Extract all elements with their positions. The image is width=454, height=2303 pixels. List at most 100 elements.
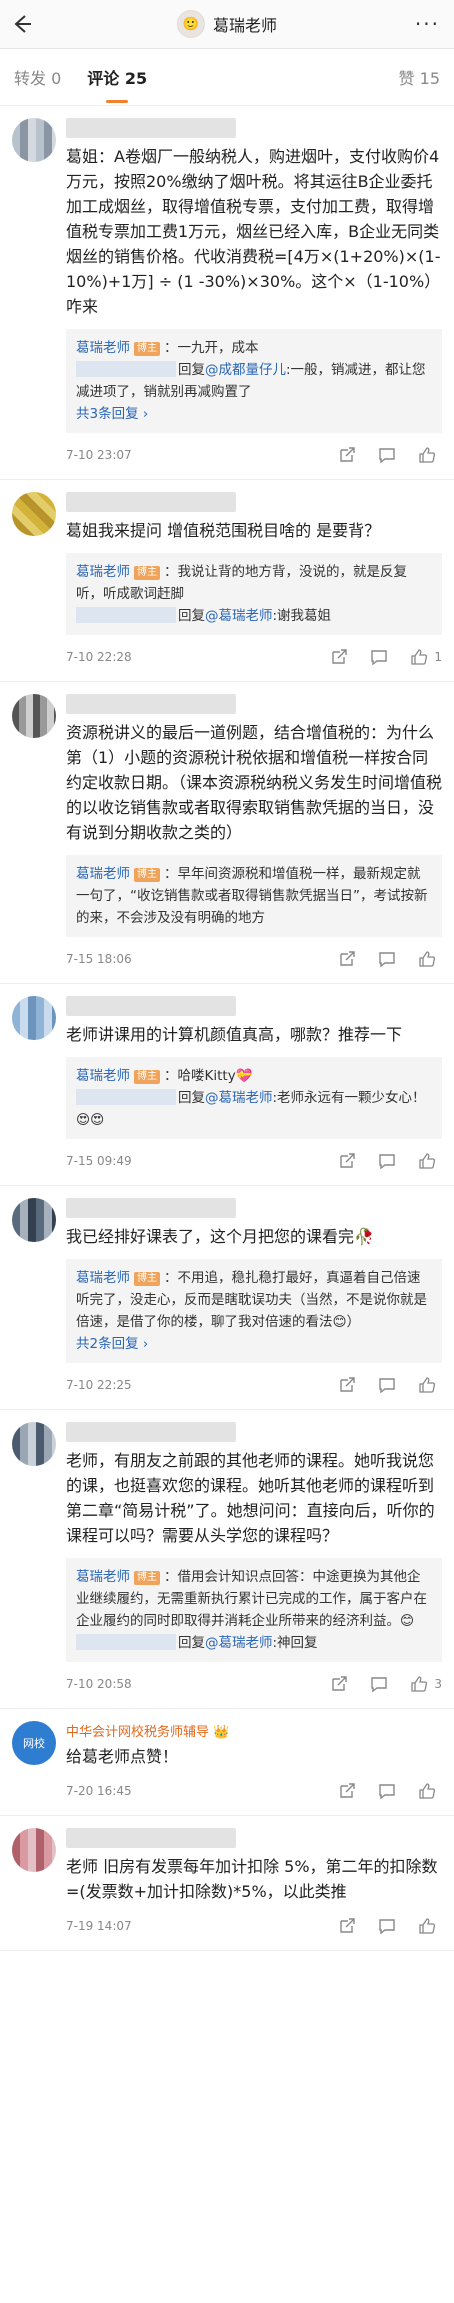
- like-icon[interactable]: [414, 946, 440, 972]
- reply-icon[interactable]: [374, 946, 400, 972]
- share-icon[interactable]: [334, 1372, 360, 1398]
- commenter-name-redacted[interactable]: [66, 118, 236, 138]
- reply-prefix: 回复: [178, 1090, 205, 1106]
- reply-author[interactable]: 葛瑞老师: [76, 564, 130, 580]
- like-icon[interactable]: [414, 1778, 440, 1804]
- reply-author[interactable]: 葛瑞老师: [76, 1569, 130, 1585]
- reply-icon[interactable]: [374, 442, 400, 468]
- comment-text: 老师 旧房有发票每年加计扣除 5%，第二年的扣除数=(发票数+加计扣除数)*5%…: [66, 1857, 438, 1901]
- commenter-name-redacted[interactable]: [66, 694, 236, 714]
- commenter-name-redacted[interactable]: [66, 1198, 236, 1218]
- tab-reposts[interactable]: 转发 0: [14, 65, 61, 89]
- comment-item: 老师，有朋友之前跟的其他老师的课程。她听我说您的课，也挺喜欢您的课程。她听其他老…: [0, 1410, 454, 1709]
- reply-icon[interactable]: [366, 1671, 392, 1697]
- more-icon[interactable]: ···: [415, 12, 440, 36]
- comment-time: 7-10 20:58: [66, 1677, 132, 1691]
- author-badge: 博主: [134, 1272, 160, 1286]
- comment-time: 7-10 23:07: [66, 448, 132, 462]
- reply-author[interactable]: 葛瑞老师: [76, 1270, 130, 1286]
- comment-time: 7-19 14:07: [66, 1919, 132, 1933]
- reply-prefix: 回复: [178, 1635, 205, 1651]
- header-avatar: 🙂: [176, 10, 205, 38]
- reply-author[interactable]: 葛瑞老师: [76, 340, 130, 356]
- avatar[interactable]: [12, 1422, 56, 1466]
- tab-likes[interactable]: 赞 15: [399, 65, 440, 89]
- reply-text: :神回复: [272, 1635, 318, 1651]
- reply-text: ：哈喽Kitty💝: [164, 1068, 253, 1084]
- share-icon[interactable]: [334, 946, 360, 972]
- reply-box[interactable]: 葛瑞老师 博主 ：哈喽Kitty💝 回复@葛瑞老师:老师永远有一颗少女心！😍😍: [66, 1057, 442, 1139]
- share-icon[interactable]: [334, 1148, 360, 1174]
- comment-time: 7-15 18:06: [66, 952, 132, 966]
- comment-text: 老师讲课用的计算机颜值真高，哪款？推荐一下: [66, 1025, 403, 1044]
- avatar[interactable]: [12, 492, 56, 536]
- like-icon[interactable]: [414, 1372, 440, 1398]
- mention-link[interactable]: @葛瑞老师: [205, 1635, 273, 1651]
- author-badge: 博主: [134, 566, 160, 580]
- reply-icon[interactable]: [366, 644, 392, 670]
- share-icon[interactable]: [326, 1671, 352, 1697]
- tab-bar: 转发 0 评论 25 赞 15: [0, 49, 454, 106]
- like-icon[interactable]: [414, 1148, 440, 1174]
- comment-text: 我已经排好课表了，这个月把您的课看完🥀: [66, 1227, 374, 1246]
- share-icon[interactable]: [334, 1913, 360, 1939]
- avatar[interactable]: [12, 1198, 56, 1242]
- tab-comments[interactable]: 评论 25: [87, 65, 147, 89]
- comment-item: 老师 旧房有发票每年加计扣除 5%，第二年的扣除数=(发票数+加计扣除数)*5%…: [0, 1816, 454, 1951]
- commenter-name-redacted[interactable]: [66, 492, 236, 512]
- more-replies-link[interactable]: 共3条回复 ›: [76, 403, 432, 425]
- avatar[interactable]: [12, 694, 56, 738]
- comment-text: 葛姐：A卷烟厂一般纳税人，购进烟叶，支付收购价4万元，按照20%缴纳了烟叶税。将…: [66, 147, 441, 316]
- reply-author-redacted[interactable]: [76, 1089, 176, 1105]
- comment-text: 资源税讲义的最后一道例题，结合增值税的：为什么第（1）小题的资源税计税依据和增值…: [66, 723, 443, 842]
- reply-author-redacted[interactable]: [76, 1634, 176, 1650]
- comment-item: 资源税讲义的最后一道例题，结合增值税的：为什么第（1）小题的资源税计税依据和增值…: [0, 682, 454, 984]
- comment-item: 网校 中华会计网校税务师辅导 👑 给葛老师点赞！ 7-20 16:45: [0, 1709, 454, 1816]
- avatar[interactable]: [12, 996, 56, 1040]
- share-icon[interactable]: [334, 1778, 360, 1804]
- avatar[interactable]: [12, 1828, 56, 1872]
- back-arrow-icon[interactable]: [0, 0, 44, 48]
- reply-box[interactable]: 葛瑞老师 博主 ：借用会计知识点回答：中途更换为其他企业继续履约，无需重新执行累计已…: [66, 1558, 442, 1662]
- avatar[interactable]: [12, 118, 56, 162]
- comment-time: 7-20 16:45: [66, 1784, 132, 1798]
- like-icon[interactable]: [414, 1913, 440, 1939]
- reply-box[interactable]: 葛瑞老师 博主 ：不用追，稳扎稳打最好，真逼着自己倍速听完了，没走心，反而是瞎耽误功…: [66, 1259, 442, 1363]
- avatar[interactable]: 网校: [12, 1721, 56, 1765]
- like-icon[interactable]: [406, 644, 432, 670]
- comment-item: 葛姐我来提问 增值税范围税目啥的 是要背？ 葛瑞老师 博主 ：我说让背的地方背，没说…: [0, 480, 454, 682]
- share-icon[interactable]: [334, 442, 360, 468]
- reply-icon[interactable]: [374, 1372, 400, 1398]
- reply-box[interactable]: 葛瑞老师 博主 ：早年间资源税和增值税一样，最新规定就一句了，“收讫销售款或者取得销…: [66, 855, 442, 937]
- reply-author[interactable]: 葛瑞老师: [76, 866, 130, 882]
- page-title: 葛瑞老师: [212, 16, 277, 35]
- reply-box[interactable]: 葛瑞老师 博主 ：我说让背的地方背，没说的，就是反复听，听成歌词赶脚 回复@葛瑞老师…: [66, 553, 442, 635]
- reply-icon[interactable]: [374, 1148, 400, 1174]
- comment-item: 葛姐：A卷烟厂一般纳税人，购进烟叶，支付收购价4万元，按照20%缴纳了烟叶税。将…: [0, 106, 454, 480]
- more-replies-link[interactable]: 共2条回复 ›: [76, 1333, 432, 1355]
- comment-text: 给葛老师点赞！: [66, 1747, 179, 1766]
- author-badge: 博主: [134, 868, 160, 882]
- reply-text: ：一九开，成本: [164, 340, 259, 356]
- reply-box[interactable]: 葛瑞老师 博主 ：一九开，成本 回复@成都量仔儿:一般，销减进，都让您减进项了，销就…: [66, 329, 442, 433]
- like-icon[interactable]: [406, 1671, 432, 1697]
- mention-link[interactable]: @葛瑞老师: [205, 1090, 273, 1106]
- header-title-group: 🙂 葛瑞老师: [0, 0, 454, 48]
- reply-icon[interactable]: [374, 1913, 400, 1939]
- commenter-name[interactable]: 中华会计网校税务师辅导 👑: [66, 1721, 442, 1740]
- like-count: 1: [434, 650, 442, 664]
- comment-item: 老师讲课用的计算机颜值真高，哪款？推荐一下 葛瑞老师 博主 ：哈喽Kitty💝 回复…: [0, 984, 454, 1186]
- commenter-name-redacted[interactable]: [66, 1828, 236, 1848]
- commenter-name-redacted[interactable]: [66, 1422, 236, 1442]
- mention-link[interactable]: @成都量仔儿: [205, 362, 286, 378]
- mention-link[interactable]: @葛瑞老师: [205, 608, 273, 624]
- avatar-logo-text: 网校: [23, 1737, 45, 1750]
- comment-text: 老师，有朋友之前跟的其他老师的课程。她听我说您的课，也挺喜欢您的课程。她听其他老…: [66, 1451, 435, 1545]
- reply-author-redacted[interactable]: [76, 361, 176, 377]
- reply-author[interactable]: 葛瑞老师: [76, 1068, 130, 1084]
- commenter-name-redacted[interactable]: [66, 996, 236, 1016]
- reply-author-redacted[interactable]: [76, 607, 176, 623]
- share-icon[interactable]: [326, 644, 352, 670]
- like-icon[interactable]: [414, 442, 440, 468]
- reply-icon[interactable]: [374, 1778, 400, 1804]
